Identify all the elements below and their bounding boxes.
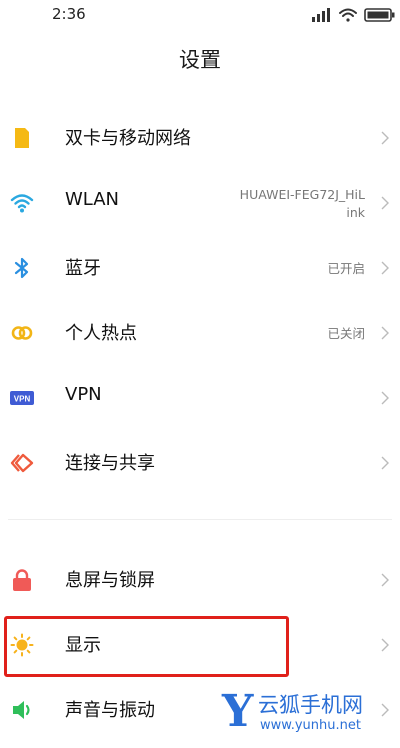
chevron-right-icon <box>381 261 389 275</box>
setting-label: 双卡与移动网络 <box>65 128 191 149</box>
sim-card-icon <box>15 128 29 148</box>
wifi-icon <box>10 194 34 213</box>
highlight-box <box>4 616 289 677</box>
chevron-right-icon <box>381 131 389 145</box>
vpn-icon-text: VPN <box>14 395 31 404</box>
setting-lock-screen[interactable]: 息屏与锁屏 <box>0 548 400 613</box>
chevron-right-icon <box>381 456 389 470</box>
page-title: 设置 <box>179 48 221 72</box>
hotspot-status: 已关闭 <box>327 326 365 341</box>
speaker-icon <box>13 701 30 719</box>
chevron-right-icon <box>381 573 389 587</box>
bluetooth-icon <box>14 257 29 279</box>
chevron-right-icon <box>381 326 389 340</box>
setting-label: 息屏与锁屏 <box>65 570 155 591</box>
watermark-letter: Y <box>222 686 254 737</box>
setting-connect-share[interactable]: 连接与共享 <box>0 431 400 496</box>
setting-hotspot[interactable]: 个人热点 已关闭 <box>0 301 400 366</box>
wlan-network-name: HUAWEI-FEG72J_HiL ink <box>240 186 365 222</box>
wlan-network-name-line1: HUAWEI-FEG72J_HiL <box>239 187 365 202</box>
setting-label: 蓝牙 <box>65 258 101 279</box>
watermark-logo: Y 云狐手机网 www.yunhu.net <box>222 686 400 742</box>
setting-wlan[interactable]: WLAN HUAWEI-FEG72J_HiL ink <box>0 171 400 236</box>
vpn-icon: VPN <box>10 391 34 405</box>
setting-dual-sim[interactable]: 双卡与移动网络 <box>0 106 400 171</box>
setting-label: 连接与共享 <box>65 453 155 474</box>
signal-icon <box>312 8 330 22</box>
bluetooth-status: 已开启 <box>327 261 365 276</box>
status-time: 2:36 <box>52 5 86 23</box>
lock-icon <box>13 569 31 591</box>
section-divider <box>8 519 392 520</box>
setting-label: VPN <box>65 384 102 405</box>
connection-share-icon <box>10 453 34 473</box>
hotspot-icon <box>11 326 33 340</box>
chevron-right-icon <box>381 638 389 652</box>
status-bar: 2:36 <box>0 0 400 30</box>
setting-bluetooth[interactable]: 蓝牙 已开启 <box>0 236 400 301</box>
watermark-url: www.yunhu.net <box>260 718 361 733</box>
chevron-right-icon <box>381 196 389 210</box>
status-icons <box>312 8 395 22</box>
battery-icon <box>364 8 395 22</box>
setting-label: 个人热点 <box>65 323 137 344</box>
setting-label: WLAN <box>65 189 120 210</box>
setting-vpn[interactable]: VPN VPN <box>0 366 400 431</box>
wifi-status-icon <box>339 8 357 22</box>
chevron-right-icon <box>381 391 389 405</box>
setting-label: 声音与振动 <box>65 700 155 721</box>
watermark-name: 云狐手机网 <box>258 693 363 717</box>
wlan-network-name-line2: ink <box>346 205 365 220</box>
